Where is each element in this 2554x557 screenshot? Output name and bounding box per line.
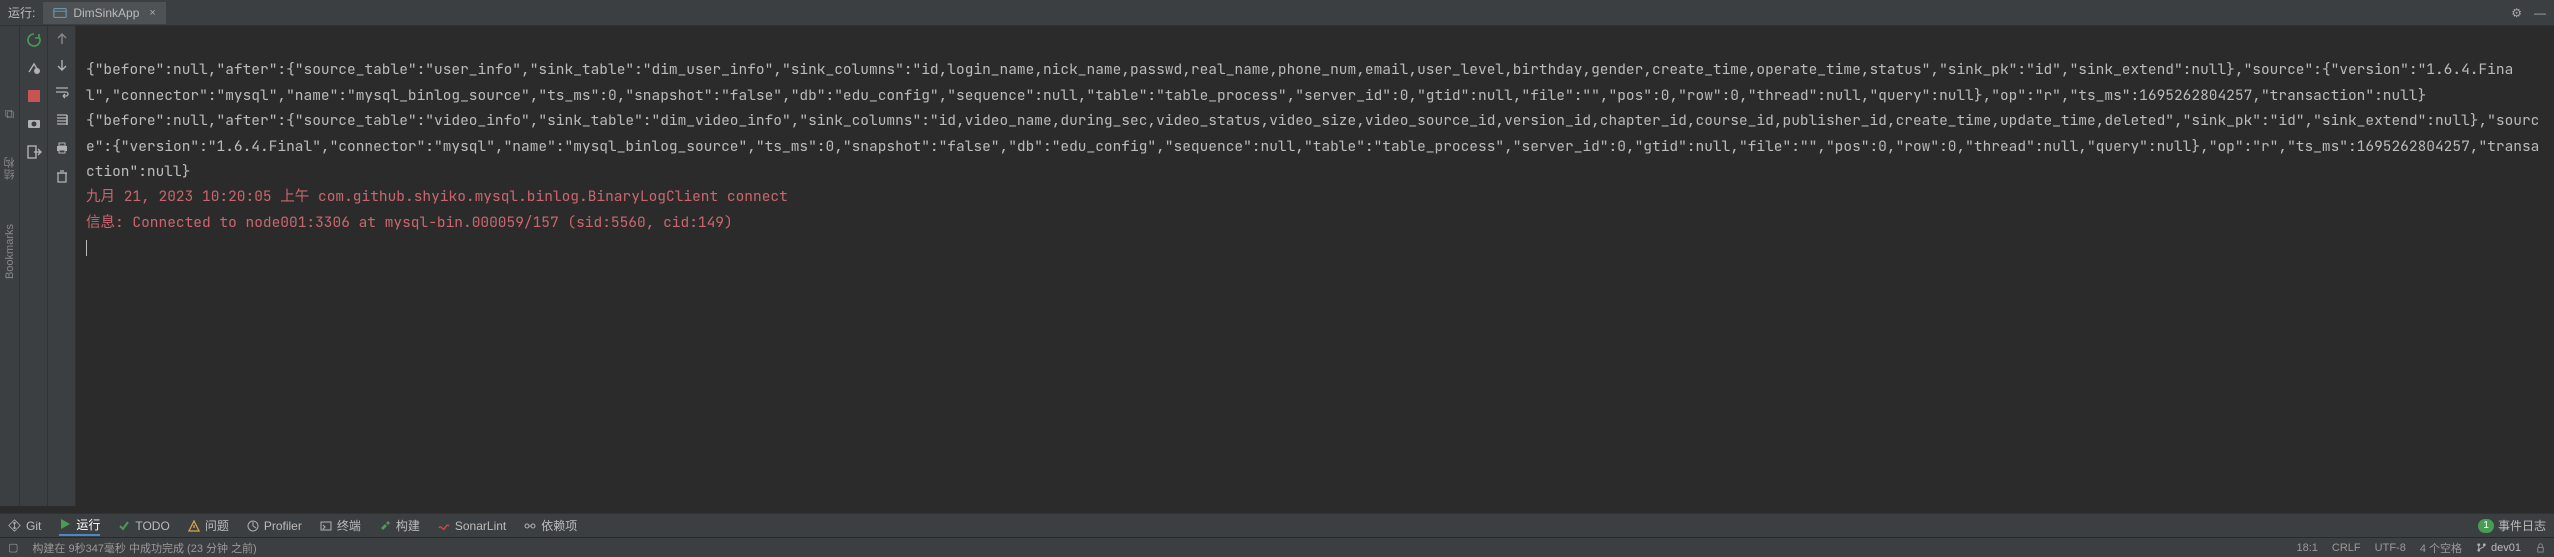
tab-todo[interactable]: TODO (118, 519, 169, 533)
git-branch[interactable]: dev01 (2476, 542, 2521, 554)
cursor-position[interactable]: 18:1 (2297, 542, 2318, 554)
minimize-icon[interactable]: — (2534, 6, 2546, 20)
scroll-to-end-icon[interactable] (54, 112, 70, 128)
file-encoding[interactable]: UTF-8 (2375, 542, 2406, 554)
print-icon[interactable] (54, 140, 70, 156)
warning-icon (188, 520, 200, 532)
run-config-name: DimSinkApp (73, 6, 139, 20)
exit-icon[interactable] (26, 144, 42, 160)
left-sidebar: ⧉ 结构 Bookmarks (0, 26, 20, 506)
console-line: {"before":null,"after":{"source_table":"… (86, 111, 2539, 181)
tab-build[interactable]: 构建 (379, 517, 420, 534)
tab-profiler[interactable]: Profiler (247, 519, 302, 533)
git-icon (8, 519, 21, 532)
indent-setting[interactable]: 4 个空格 (2420, 540, 2462, 556)
dump-threads-icon[interactable] (26, 116, 42, 132)
tab-problems[interactable]: 问题 (188, 517, 229, 534)
soft-wrap-icon[interactable] (54, 84, 70, 100)
hammer-icon (379, 520, 391, 532)
run-label: 运行: (8, 4, 35, 21)
console-output[interactable]: {"before":null,"after":{"source_table":"… (76, 26, 2554, 506)
line-separator[interactable]: CRLF (2332, 542, 2361, 554)
console-line-warn: 九月 21, 2023 10:20:05 上午 com.github.shyik… (86, 187, 788, 206)
indexing-icon: ▢ (8, 541, 18, 554)
run-toolbar-primary (20, 26, 48, 506)
console-line-info: 信息: Connected to node001:3306 at mysql-b… (86, 213, 733, 232)
structure-label[interactable]: 结构 (2, 156, 18, 180)
tab-run[interactable]: 运行 (59, 516, 100, 536)
play-icon (59, 518, 71, 530)
branch-icon (2476, 542, 2487, 553)
profiler-icon (247, 520, 259, 532)
event-count-badge: 1 (2478, 519, 2494, 533)
status-bar: ▢ 构建在 9秒347毫秒 中成功完成 (23 分钟 之前) 18:1 CRLF… (0, 537, 2554, 557)
console-line: {"before":null,"after":{"source_table":"… (86, 60, 2513, 104)
run-toolbar-secondary (48, 26, 76, 506)
bookmarks-label[interactable]: Bookmarks (4, 224, 16, 279)
tab-terminal[interactable]: 终端 (320, 517, 361, 534)
run-settings-icon[interactable] (26, 60, 42, 76)
tab-event-log[interactable]: 1 事件日志 (2478, 517, 2546, 534)
down-icon[interactable] (55, 58, 69, 72)
run-config-tab[interactable]: DimSinkApp × (43, 2, 165, 24)
up-icon[interactable] (55, 32, 69, 46)
run-panel-header: 运行: DimSinkApp × ⚙ — (0, 0, 2554, 26)
todo-icon (118, 520, 130, 532)
terminal-icon (320, 520, 332, 532)
cursor-caret (86, 240, 87, 256)
run-config-icon (53, 6, 67, 20)
dependencies-icon (524, 520, 536, 532)
rerun-icon[interactable] (26, 32, 42, 48)
build-status-message: 构建在 9秒347毫秒 中成功完成 (23 分钟 之前) (32, 540, 256, 556)
sonarlint-icon (438, 520, 450, 532)
lock-icon[interactable] (2535, 542, 2546, 553)
settings-icon[interactable]: ⚙ (2511, 6, 2522, 20)
tab-sonarlint[interactable]: SonarLint (438, 519, 506, 533)
tab-dependencies[interactable]: 依赖项 (524, 517, 577, 534)
clear-icon[interactable] (54, 168, 70, 184)
tab-git[interactable]: Git (8, 519, 41, 533)
main-area: ⧉ 结构 Bookmarks {"before":null,"after":{"… (0, 26, 2554, 506)
stop-icon[interactable] (26, 88, 42, 104)
structure-tool-icon[interactable]: ⧉ (5, 106, 14, 122)
close-tab-icon[interactable]: × (149, 7, 155, 19)
bottom-tool-tabs: Git 运行 TODO 问题 Profiler 终端 构建 SonarLint … (0, 513, 2554, 537)
